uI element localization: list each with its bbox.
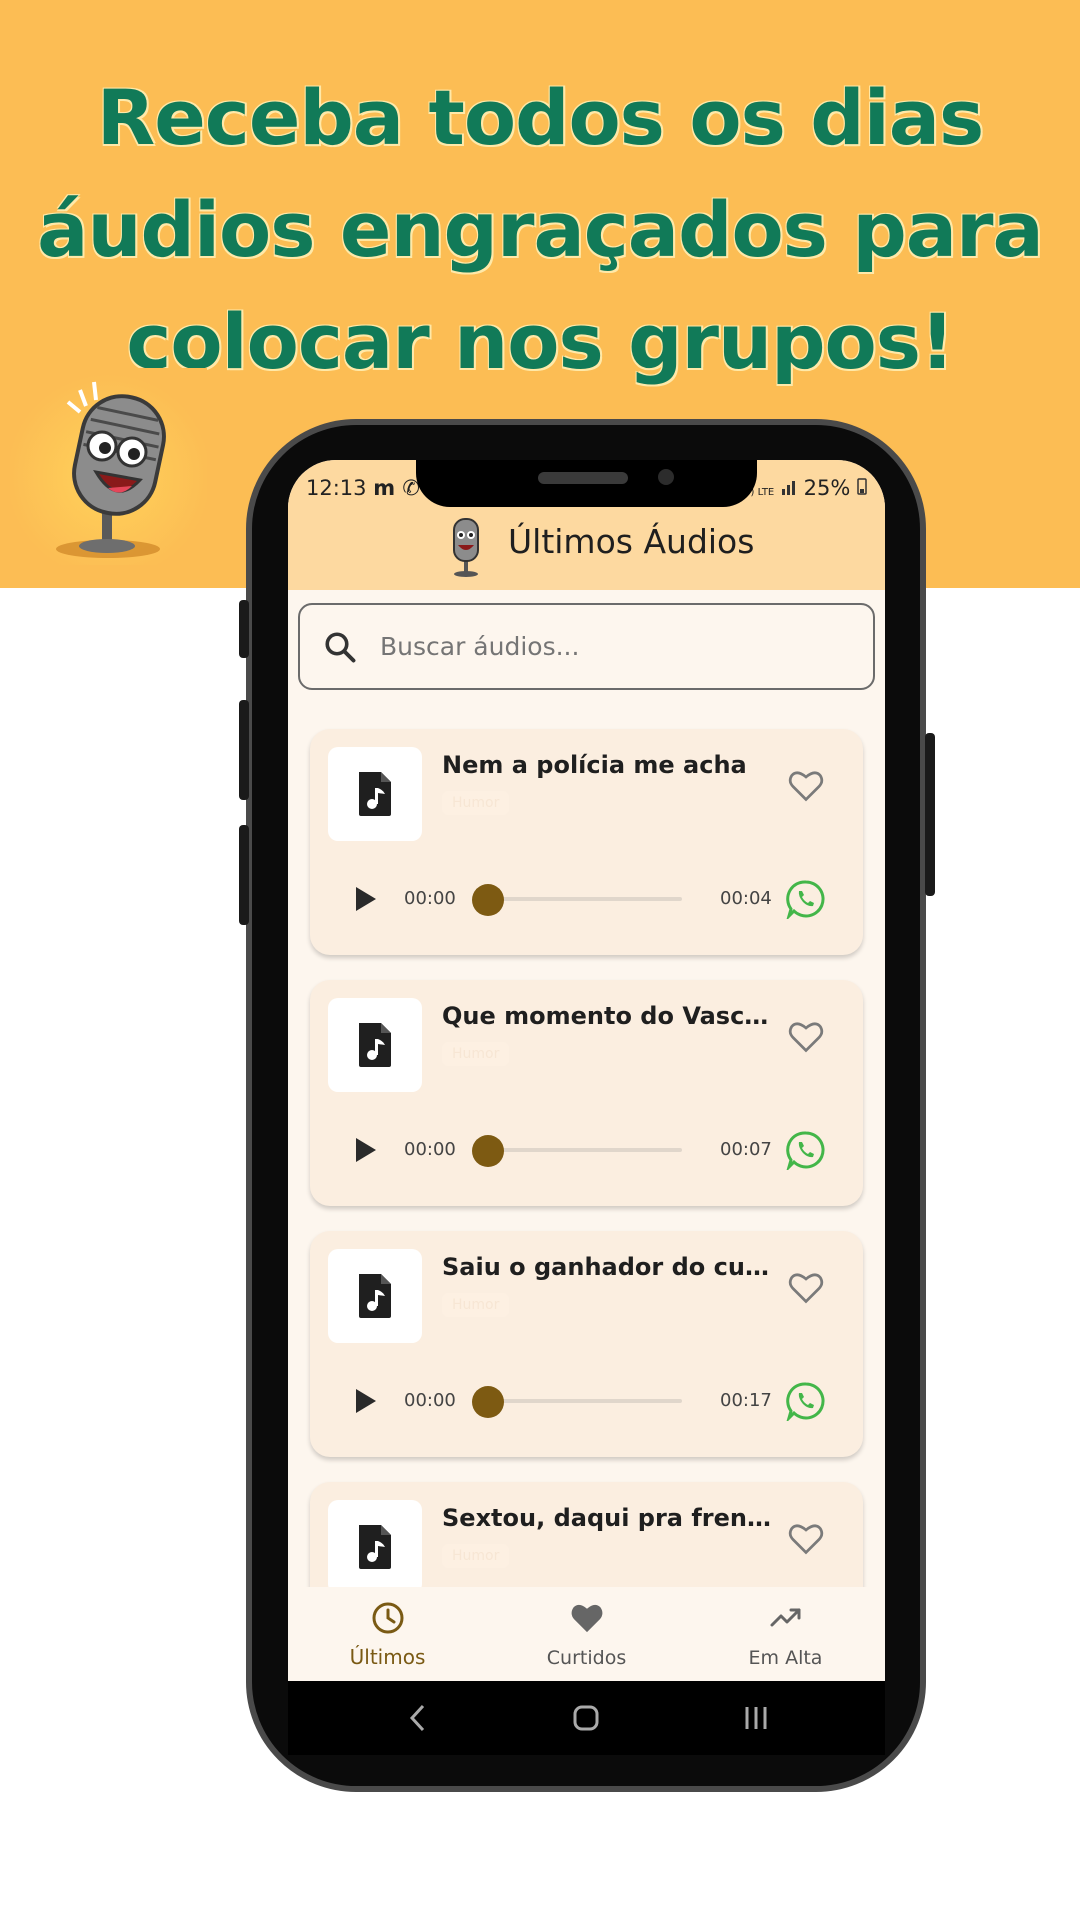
- status-time: 12:13: [306, 476, 367, 500]
- favorite-heart-icon[interactable]: [788, 769, 824, 803]
- microphone-mascot-icon: [56, 381, 166, 558]
- audio-thumbnail: [328, 1500, 422, 1594]
- nav-item-em-alta[interactable]: Em Alta: [686, 1587, 885, 1681]
- progress-knob[interactable]: [472, 1386, 504, 1418]
- phone-side-button: [239, 600, 249, 658]
- audio-card[interactable]: Que momento do Vasco d... Humor 00:00 00…: [310, 980, 863, 1206]
- current-time: 00:00: [404, 1390, 456, 1411]
- audio-thumbnail: [328, 998, 422, 1092]
- audio-thumbnail: [328, 1249, 422, 1343]
- page-title: Últimos Áudios: [508, 522, 755, 561]
- search-box[interactable]: [298, 603, 875, 690]
- progress-track[interactable]: [492, 897, 682, 901]
- phone-volume-up: [239, 700, 249, 800]
- audio-tag: Humor: [442, 1042, 510, 1066]
- home-icon[interactable]: [572, 1704, 600, 1732]
- status-bar-left: 12:13 m ✆: [306, 476, 420, 500]
- progress-track[interactable]: [492, 1399, 682, 1403]
- nav-label: Em Alta: [748, 1647, 823, 1669]
- audio-file-icon: [359, 1274, 391, 1318]
- audio-file-icon: [359, 772, 391, 816]
- bottom-navigation: Últimos Curtidos Em Alta: [288, 1587, 885, 1681]
- audio-tag: Humor: [442, 1293, 510, 1317]
- progress-knob[interactable]: [472, 1135, 504, 1167]
- nav-item-curtidos[interactable]: Curtidos: [487, 1587, 686, 1681]
- play-icon[interactable]: [354, 1388, 378, 1414]
- nav-label: Curtidos: [546, 1647, 627, 1669]
- battery-percentage: 25%: [803, 476, 851, 500]
- heart-icon: [571, 1604, 603, 1633]
- audio-card[interactable]: Saiu o ganhador do cuzcuz Humor 00:00 00…: [310, 1231, 863, 1457]
- whatsapp-share-icon[interactable]: [786, 1130, 826, 1170]
- system-navigation-bar: [288, 1681, 885, 1755]
- battery-icon: [857, 478, 867, 495]
- audio-thumbnail: [328, 747, 422, 841]
- audio-tag: Humor: [442, 791, 510, 815]
- headline-line-2: áudios engraçados para: [37, 185, 1044, 274]
- phone-camera: [658, 469, 674, 485]
- audio-tag: Humor: [442, 1544, 510, 1568]
- nav-label: Últimos: [349, 1645, 426, 1669]
- nav-item-ultimos[interactable]: Últimos: [288, 1587, 487, 1681]
- favorite-heart-icon[interactable]: [788, 1020, 824, 1054]
- trending-up-icon: [770, 1608, 801, 1627]
- progress-knob[interactable]: [472, 884, 504, 916]
- audio-title: Nem a polícia me acha: [442, 751, 747, 779]
- whatsapp-share-icon[interactable]: [786, 1381, 826, 1421]
- audio-file-icon: [359, 1023, 391, 1067]
- app-logo-icon: [453, 518, 479, 577]
- audio-title: Saiu o ganhador do cuzcuz: [442, 1253, 772, 1281]
- audio-card[interactable]: Nem a polícia me acha Humor 00:00 00:04: [310, 729, 863, 955]
- audio-title: Que momento do Vasco d...: [442, 1002, 772, 1030]
- phone-power-button: [925, 733, 935, 896]
- current-time: 00:00: [404, 888, 456, 909]
- phone-speaker: [538, 472, 628, 484]
- signal-icon: [781, 481, 795, 495]
- play-icon[interactable]: [354, 1137, 378, 1163]
- total-duration: 00:07: [720, 1139, 772, 1160]
- whatsapp-share-icon[interactable]: [786, 879, 826, 919]
- status-notification-icons: m ✆: [373, 476, 421, 500]
- back-icon[interactable]: [408, 1704, 428, 1732]
- clock-icon: [372, 1602, 404, 1634]
- search-input[interactable]: [380, 605, 850, 688]
- total-duration: 00:04: [720, 888, 772, 909]
- search-icon: [325, 632, 356, 663]
- phone-screen: 12:13 m ✆ Vo) LTE 25% Últimos Áudios Bus…: [288, 460, 885, 1755]
- favorite-heart-icon[interactable]: [788, 1522, 824, 1556]
- favorite-heart-icon[interactable]: [788, 1271, 824, 1305]
- mascot-illustration: [10, 368, 207, 565]
- play-icon[interactable]: [354, 886, 378, 912]
- phone-volume-down: [239, 825, 249, 925]
- recent-apps-icon[interactable]: [742, 1704, 770, 1732]
- promo-headline: Receba todos os dias áudios engraçados p…: [0, 62, 1080, 398]
- audio-title: Sextou, daqui pra frente é ...: [442, 1504, 772, 1532]
- status-bar-right: Vo) LTE 25%: [738, 476, 867, 500]
- progress-track[interactable]: [492, 1148, 682, 1152]
- audio-file-icon: [359, 1525, 391, 1569]
- current-time: 00:00: [404, 1139, 456, 1160]
- total-duration: 00:17: [720, 1390, 772, 1411]
- headline-line-1: Receba todos os dias: [96, 73, 985, 162]
